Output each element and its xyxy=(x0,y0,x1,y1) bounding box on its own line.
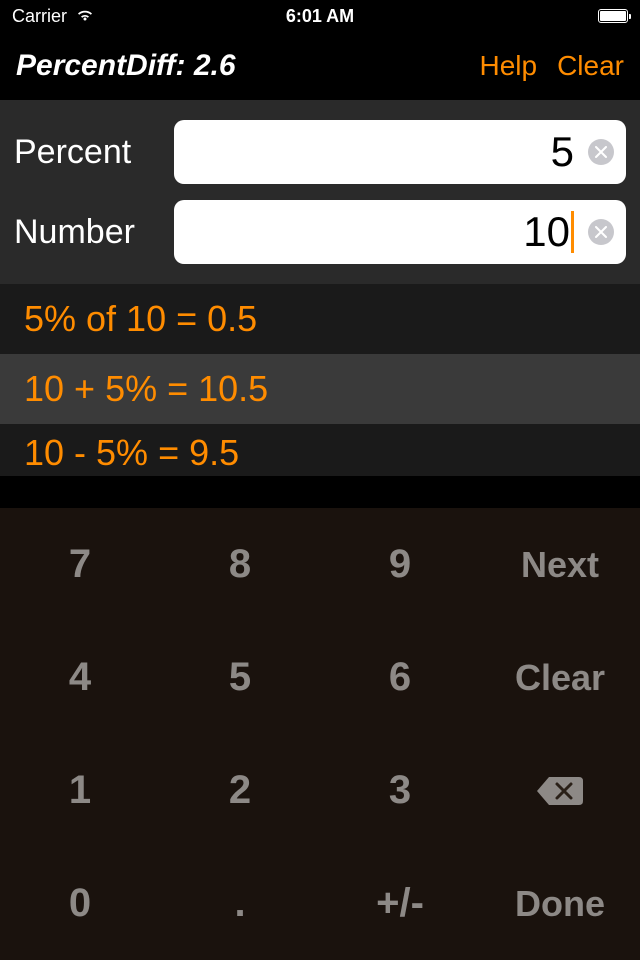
result-row: 10 + 5% = 10.5 xyxy=(0,354,640,424)
percent-row: Percent 5 xyxy=(14,120,626,184)
number-row: Number 10 xyxy=(14,200,626,264)
help-button[interactable]: Help xyxy=(479,50,537,82)
key-1[interactable]: 1 xyxy=(0,734,160,847)
status-right xyxy=(598,9,628,23)
key-plusminus[interactable]: +/- xyxy=(320,847,480,960)
clear-percent-button[interactable] xyxy=(588,139,614,165)
nav-actions: Help Clear xyxy=(479,50,624,82)
number-value: 10 xyxy=(523,208,570,256)
status-time: 6:01 AM xyxy=(286,6,354,27)
key-8[interactable]: 8 xyxy=(160,508,320,621)
percent-value: 5 xyxy=(551,128,574,176)
number-label: Number xyxy=(14,213,174,252)
app-title: PercentDiff: 2.6 xyxy=(16,49,236,83)
key-dot[interactable]: . xyxy=(160,847,320,960)
close-icon xyxy=(595,226,607,238)
inputs-section: Percent 5 Number 10 xyxy=(0,100,640,284)
key-clear[interactable]: Clear xyxy=(480,621,640,734)
carrier-label: Carrier xyxy=(12,6,67,27)
status-left: Carrier xyxy=(12,6,95,27)
result-row: 5% of 10 = 0.5 xyxy=(0,284,640,354)
wifi-icon xyxy=(75,6,95,27)
key-5[interactable]: 5 xyxy=(160,621,320,734)
key-7[interactable]: 7 xyxy=(0,508,160,621)
number-input[interactable]: 10 xyxy=(174,200,626,264)
results-section: 5% of 10 = 0.5 10 + 5% = 10.5 10 - 5% = … xyxy=(0,284,640,476)
close-icon xyxy=(595,146,607,158)
clear-number-button[interactable] xyxy=(588,219,614,245)
status-bar: Carrier 6:01 AM xyxy=(0,0,640,32)
nav-bar: PercentDiff: 2.6 Help Clear xyxy=(0,32,640,100)
backspace-icon xyxy=(535,773,585,809)
clear-button[interactable]: Clear xyxy=(557,50,624,82)
key-done[interactable]: Done xyxy=(480,847,640,960)
text-cursor xyxy=(571,211,574,253)
percent-label: Percent xyxy=(14,133,174,172)
battery-icon xyxy=(598,9,628,23)
result-row: 10 - 5% = 9.5 xyxy=(0,424,640,476)
key-9[interactable]: 9 xyxy=(320,508,480,621)
key-2[interactable]: 2 xyxy=(160,734,320,847)
key-6[interactable]: 6 xyxy=(320,621,480,734)
key-backspace[interactable] xyxy=(480,734,640,847)
percent-input[interactable]: 5 xyxy=(174,120,626,184)
key-next[interactable]: Next xyxy=(480,508,640,621)
key-4[interactable]: 4 xyxy=(0,621,160,734)
key-0[interactable]: 0 xyxy=(0,847,160,960)
keypad: 7 8 9 Next 4 5 6 Clear 1 2 3 0 . +/- Don… xyxy=(0,508,640,960)
key-3[interactable]: 3 xyxy=(320,734,480,847)
